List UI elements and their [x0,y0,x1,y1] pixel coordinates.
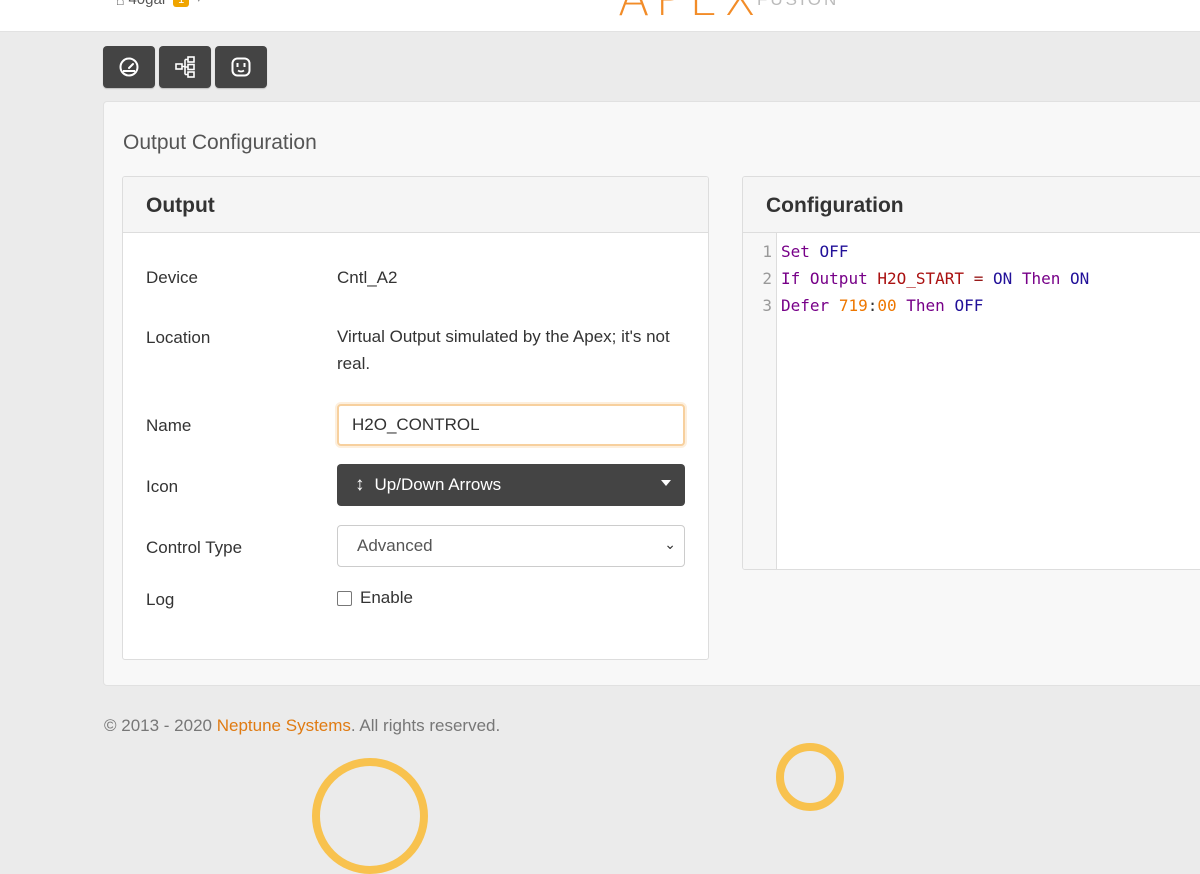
up-down-arrows-icon: ↕ [355,474,365,495]
copyright-text: © 2013 - 2020 [104,716,212,735]
log-enable-label[interactable]: Enable [360,588,413,608]
code-token: Then [1021,269,1061,288]
rights-text: . All rights reserved. [350,716,501,735]
name-input[interactable] [337,404,685,446]
control-type-label: Control Type [146,538,243,557]
configuration-panel-heading: Configuration [743,177,1200,233]
code-token: = [973,269,984,288]
control-type-value: Advanced [357,536,433,555]
line-number: 1 [762,242,772,261]
chevron-down-icon: ▾ [196,0,201,5]
name-label: Name [146,416,192,435]
code-token: Set [781,242,810,261]
code-token: 00 [877,296,897,315]
aquarium-icon: ⌂ [116,0,124,8]
line-number: 2 [762,269,772,288]
dashboard-button[interactable] [103,46,155,88]
code-token: Output [809,269,868,288]
device-label: Device [146,268,198,287]
tank-name: 40gal [128,0,165,8]
page-title: Output Configuration [123,131,317,154]
code-token: 719 [838,296,868,315]
logo-subtitle: FUSION [757,0,839,10]
output-panel: Output Device Cntl_A2 Location Virtual O… [122,176,709,660]
icon-dropdown-value: Up/Down Arrows [374,475,502,494]
control-type-select[interactable]: Advanced ⌄ [337,525,685,567]
footer: © 2013 - 2020 Neptune Systems. All right… [104,716,500,736]
caret-down-icon [661,480,671,486]
network-tree-icon [175,56,195,78]
code-text: Defer 719:00 Then OFF [772,296,983,315]
code-token: Defer [781,296,830,315]
code-token: ON [1070,269,1090,288]
code-token: ON [992,269,1013,288]
location-value: Virtual Output simulated by the Apex; it… [337,327,670,373]
code-token: If [781,269,801,288]
code-line[interactable]: 1 Set OFF [743,238,848,265]
logo: APEX [618,0,762,26]
decorative-ring [776,743,844,811]
device-tree-button[interactable] [159,46,211,88]
chevron-down-icon: ⌄ [664,536,676,552]
code-line[interactable]: 2 If Output H2O_START = ON Then ON [743,265,1089,292]
log-label: Log [146,590,175,609]
code-token: H2O_START [877,269,965,288]
code-text: If Output H2O_START = ON Then ON [772,269,1089,288]
code-token: OFF [819,242,849,261]
code-editor[interactable]: 1 Set OFF 2 If Output H2O_START = ON Then O… [743,233,1200,569]
code-line[interactable]: 3 Defer 719:00 Then OFF [743,292,983,319]
outlet-icon [231,57,251,77]
location-label: Location [146,328,211,347]
top-bar: ⌂ 40gal 1 ▾ APEX FUSION [0,0,1200,32]
device-value: Cntl_A2 [337,268,398,287]
output-panel-heading: Output [123,177,708,233]
log-enable-checkbox[interactable] [337,591,352,606]
neptune-systems-link[interactable]: Neptune Systems [217,716,351,735]
tank-selector[interactable]: ⌂ 40gal 1 ▾ [116,0,201,8]
line-number: 3 [762,296,772,315]
code-token: OFF [954,296,984,315]
code-token: : [867,296,878,315]
icon-dropdown[interactable]: ↕ Up/Down Arrows [337,464,685,506]
decorative-ring [312,758,428,874]
code-token: Then [906,296,945,315]
output-configuration-card: Output Configuration Output Device Cntl_… [103,101,1200,686]
notification-badge: 1 [173,0,190,7]
nav-toolbar [103,46,267,88]
icon-label: Icon [146,477,179,496]
code-text: Set OFF [772,242,848,261]
configuration-panel: Configuration 1 Set OFF 2 If Output H2O_STA… [742,176,1200,570]
outputs-button[interactable] [215,46,267,88]
dashboard-gauge-icon [119,57,139,77]
